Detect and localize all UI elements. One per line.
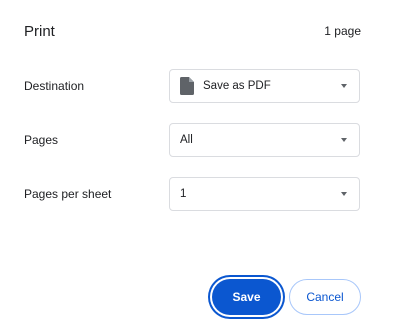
destination-row: Destination Save as PDF — [24, 68, 361, 104]
dialog-header: Print 1 page — [24, 21, 361, 41]
pages-label: Pages — [24, 133, 59, 147]
pages-per-sheet-select[interactable]: 1 — [169, 177, 360, 211]
dialog-title: Print — [24, 22, 55, 40]
chevron-down-icon — [341, 192, 347, 196]
pages-per-sheet-label: Pages per sheet — [24, 187, 112, 201]
pages-select[interactable]: All — [169, 123, 360, 157]
pages-per-sheet-value: 1 — [180, 188, 187, 200]
chevron-down-icon — [341, 84, 347, 88]
destination-select[interactable]: Save as PDF — [169, 69, 360, 103]
save-button[interactable]: Save — [212, 279, 281, 315]
page-count: 1 page — [324, 24, 361, 38]
pages-row: Pages All — [24, 122, 361, 158]
print-dialog: Print 1 page Destination Save as PDF Pag… — [0, 0, 393, 336]
file-icon — [180, 77, 194, 95]
destination-value: Save as PDF — [203, 80, 271, 92]
pages-per-sheet-row: Pages per sheet 1 — [24, 176, 361, 212]
pages-value: All — [180, 134, 193, 146]
chevron-down-icon — [341, 138, 347, 142]
destination-label: Destination — [24, 79, 85, 93]
cancel-button[interactable]: Cancel — [289, 279, 361, 315]
